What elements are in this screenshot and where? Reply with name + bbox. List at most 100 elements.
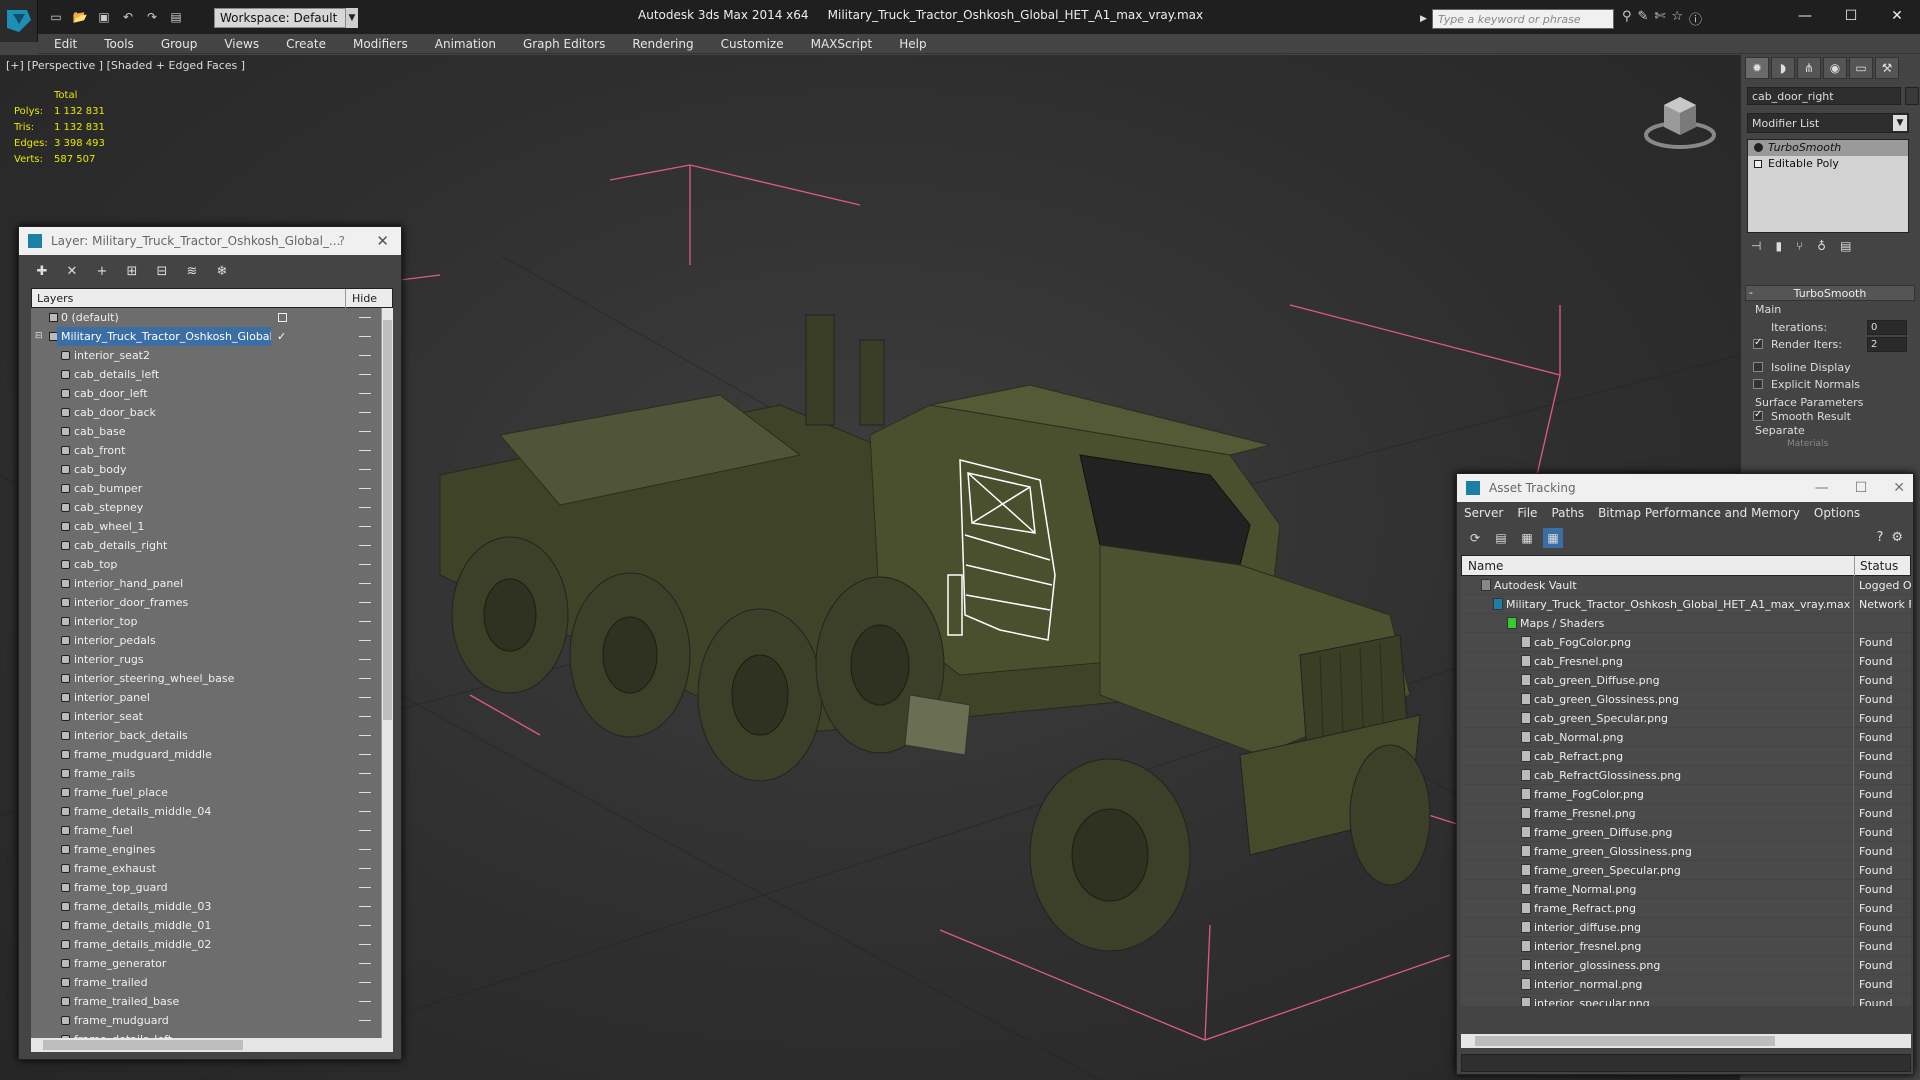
scroll-thumb[interactable] — [43, 1040, 243, 1050]
asset-row-map[interactable]: cab_Refract.png Found — [1461, 747, 1911, 766]
asset-row-map[interactable]: cab_FogColor.png Found — [1461, 633, 1911, 652]
hide-toggle[interactable] — [359, 906, 371, 907]
asset-row-map[interactable]: interior_normal.png Found — [1461, 975, 1911, 994]
layer-row-object[interactable]: interior_seat2 — [31, 346, 381, 365]
layer-row-object[interactable]: cab_wheel_1 — [31, 517, 381, 536]
chevron-down-icon[interactable]: ▼ — [345, 8, 358, 28]
layer-row-object[interactable]: interior_hand_panel — [31, 574, 381, 593]
configure-sets-icon[interactable]: ▤ — [1840, 239, 1851, 253]
hide-toggle[interactable] — [359, 602, 371, 603]
hide-toggle[interactable] — [359, 773, 371, 774]
layer-row-object[interactable]: interior_door_frames — [31, 593, 381, 612]
menu-maxscript[interactable]: MAXScript — [795, 34, 884, 54]
layer-row-object[interactable]: frame_trailed_base — [31, 992, 381, 1011]
layer-row-object[interactable]: interior_top — [31, 612, 381, 631]
binoculars-icon[interactable]: ⚲ — [1622, 9, 1632, 28]
hide-toggle[interactable] — [359, 393, 371, 394]
make-unique-icon[interactable]: ⑂ — [1796, 239, 1803, 253]
asset-row-map[interactable]: cab_green_Glossiness.png Found — [1461, 690, 1911, 709]
layer-row-object[interactable]: frame_top_guard — [31, 878, 381, 897]
object-name-field[interactable]: cab_door_right — [1747, 87, 1901, 105]
layer-row-object[interactable]: frame_generator — [31, 954, 381, 973]
project-folder-icon[interactable]: ▤ — [166, 8, 186, 26]
new-file-icon[interactable]: ▭ — [46, 8, 66, 26]
column-name[interactable]: Name — [1468, 559, 1503, 573]
collapse-minus-icon[interactable]: ⊟ — [35, 327, 43, 346]
layer-row-object[interactable]: cab_door_back — [31, 403, 381, 422]
smooth-result-checkbox[interactable] — [1753, 409, 1763, 421]
object-color-swatch[interactable] — [1905, 87, 1919, 105]
expand-box-icon[interactable] — [1754, 160, 1762, 168]
truck-model[interactable] — [439, 314, 1431, 952]
hide-toggle[interactable] — [359, 374, 371, 375]
hide-toggle[interactable] — [359, 469, 371, 470]
favorites-star-icon[interactable]: ☆ — [1671, 9, 1683, 28]
asset-row-map[interactable]: frame_Fresnel.png Found — [1461, 804, 1911, 823]
hide-toggle[interactable] — [359, 1020, 371, 1021]
hide-toggle[interactable] — [359, 412, 371, 413]
layer-row-object[interactable]: cab_front — [31, 441, 381, 460]
asset-row-map[interactable]: frame_green_Glossiness.png Found — [1461, 842, 1911, 861]
hide-toggle[interactable] — [359, 716, 371, 717]
viewcube-icon[interactable] — [1640, 85, 1720, 155]
hide-toggle[interactable] — [359, 450, 371, 451]
iterations-spinner[interactable]: 0 — [1867, 320, 1907, 335]
pin-stack-icon[interactable]: ⊣ — [1751, 239, 1761, 253]
layer-row-object[interactable]: cab_door_left — [31, 384, 381, 403]
hide-toggle[interactable] — [359, 355, 371, 356]
hide-toggle[interactable] — [359, 526, 371, 527]
modifier-list-dropdown[interactable]: Modifier List — [1747, 113, 1909, 133]
layer-row-object[interactable]: interior_steering_wheel_base — [31, 669, 381, 688]
workspace-dropdown[interactable]: Workspace: Default — [214, 8, 358, 28]
lightbulb-icon[interactable] — [1754, 143, 1763, 152]
hide-toggle[interactable] — [359, 735, 371, 736]
asset-row-vault[interactable]: Autodesk Vault Logged O — [1461, 576, 1911, 595]
menu-views[interactable]: Views — [208, 34, 270, 54]
menu-group[interactable]: Group — [145, 34, 209, 54]
stack-item-editable-poly[interactable]: Editable Poly — [1748, 156, 1908, 172]
layer-row-object[interactable]: cab_bumper — [31, 479, 381, 498]
hide-toggle[interactable] — [359, 944, 371, 945]
layer-row-object[interactable]: frame_details_middle_03 — [31, 897, 381, 916]
maximize-icon[interactable]: ☐ — [1855, 474, 1868, 502]
asset-horizontal-scrollbar[interactable] — [1461, 1034, 1911, 1048]
layer-vertical-scrollbar[interactable] — [381, 308, 393, 1038]
layer-row-object[interactable]: frame_trailed — [31, 973, 381, 992]
layer-row-object[interactable]: frame_details_middle_02 — [31, 935, 381, 954]
utilities-tab-icon[interactable]: ⚒ — [1875, 57, 1899, 79]
layer-row-object[interactable]: interior_rugs — [31, 650, 381, 669]
hide-toggle[interactable] — [359, 336, 371, 337]
search-input[interactable]: Type a keyword or phrase — [1432, 9, 1614, 29]
column-layers[interactable]: Layers — [37, 292, 73, 305]
hide-toggle[interactable] — [359, 431, 371, 432]
layer-row-object[interactable]: frame_mudguard_middle — [31, 745, 381, 764]
hide-toggle[interactable] — [359, 488, 371, 489]
refresh-icon[interactable]: ⟳ — [1465, 528, 1485, 548]
asset-row-map[interactable]: frame_green_Diffuse.png Found — [1461, 823, 1911, 842]
current-layer-box-icon[interactable] — [278, 313, 287, 322]
layer-horizontal-scrollbar[interactable] — [31, 1038, 393, 1052]
menu-help[interactable]: Help — [883, 34, 937, 54]
asset-row-map[interactable]: cab_green_Specular.png Found — [1461, 709, 1911, 728]
close-icon[interactable]: ✕ — [376, 227, 389, 255]
hide-toggle[interactable] — [359, 621, 371, 622]
asset-row-map[interactable]: interior_glossiness.png Found — [1461, 956, 1911, 975]
maximize-button[interactable]: ☐ — [1828, 0, 1874, 32]
asset-row-map[interactable]: cab_Fresnel.png Found — [1461, 652, 1911, 671]
thumbnail-view-icon[interactable]: ▦ — [1517, 528, 1537, 548]
asset-row-map[interactable]: cab_green_Diffuse.png Found — [1461, 671, 1911, 690]
create-tab-icon[interactable]: ✹ — [1745, 57, 1769, 79]
app-menu-button[interactable] — [0, 0, 38, 42]
hide-toggle[interactable] — [359, 849, 371, 850]
new-layer-icon[interactable]: ✚ — [31, 260, 53, 282]
highlight-layer-icon[interactable]: ⊟ — [151, 260, 173, 282]
layer-row-object[interactable]: frame_fuel — [31, 821, 381, 840]
hide-toggle[interactable] — [359, 887, 371, 888]
communication-icon[interactable]: ✎ — [1638, 9, 1649, 28]
layer-row-object[interactable]: cab_stepney — [31, 498, 381, 517]
menu-modifiers[interactable]: Modifiers — [337, 34, 419, 54]
hide-toggle[interactable] — [359, 659, 371, 660]
hide-toggle[interactable] — [359, 317, 371, 318]
column-hide[interactable]: Hide — [352, 292, 377, 305]
hide-toggle[interactable] — [359, 982, 371, 983]
